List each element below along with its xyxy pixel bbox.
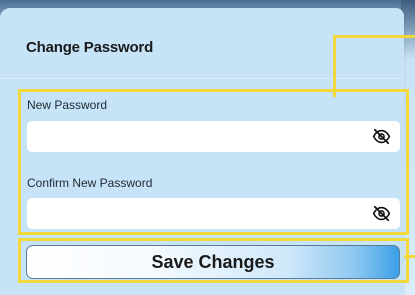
highlight-leader-line [404, 255, 415, 258]
highlight-outline-button [18, 238, 409, 283]
highlight-outline-header [333, 35, 415, 97]
panel-title: Change Password [26, 39, 154, 56]
highlight-outline-fields [18, 89, 409, 235]
